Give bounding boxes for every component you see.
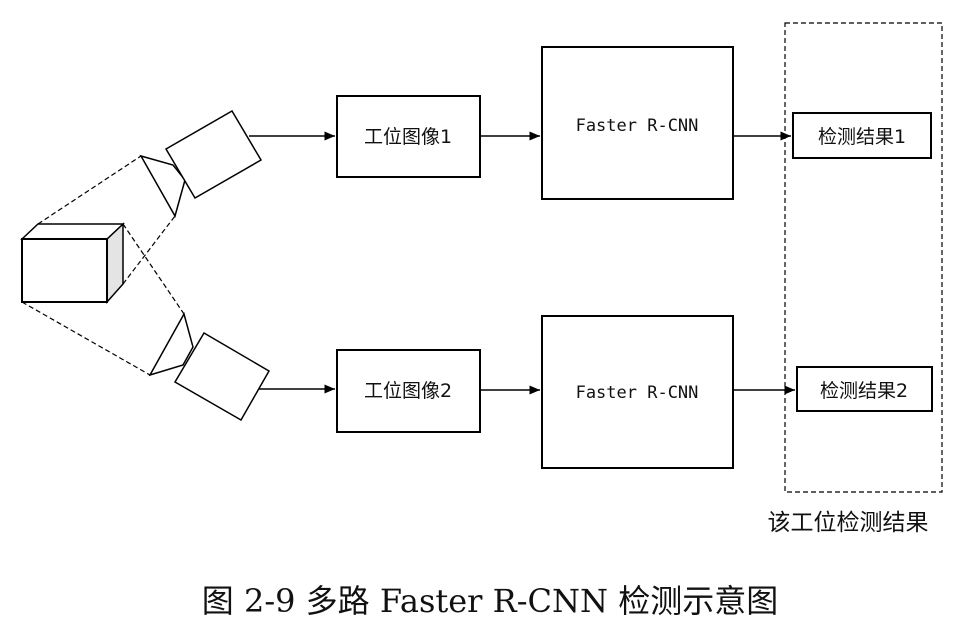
figure-caption: 图 2-9 多路 Faster R-CNN 检测示意图 [202, 582, 778, 620]
svg-text:工位图像2: 工位图像2 [364, 380, 452, 402]
svg-text:检测结果2: 检测结果2 [820, 380, 908, 402]
station-results-group [784, 22, 943, 493]
svg-text:Faster R-CNN: Faster R-CNN [576, 116, 699, 136]
image-1-node: 工位图像1 [336, 95, 481, 178]
faster-rcnn-1-node: Faster R-CNN [541, 46, 734, 200]
image-2-node: 工位图像2 [336, 349, 481, 433]
camera-1-icon [139, 109, 263, 218]
multi-path-diagram: 工位图像1 工位图像2 Faster R-CNN Faster R-CNN 检测… [20, 22, 943, 620]
svg-text:检测结果1: 检测结果1 [818, 126, 906, 148]
group-label: 该工位检测结果 [768, 510, 929, 536]
result-2-node: 检测结果2 [796, 366, 933, 412]
result-1-node: 检测结果1 [792, 112, 932, 159]
svg-text:工位图像1: 工位图像1 [364, 126, 452, 148]
object-cube [20, 222, 125, 304]
camera-2-icon [148, 312, 271, 422]
svg-text:Faster R-CNN: Faster R-CNN [576, 383, 699, 403]
faster-rcnn-2-node: Faster R-CNN [541, 315, 734, 469]
